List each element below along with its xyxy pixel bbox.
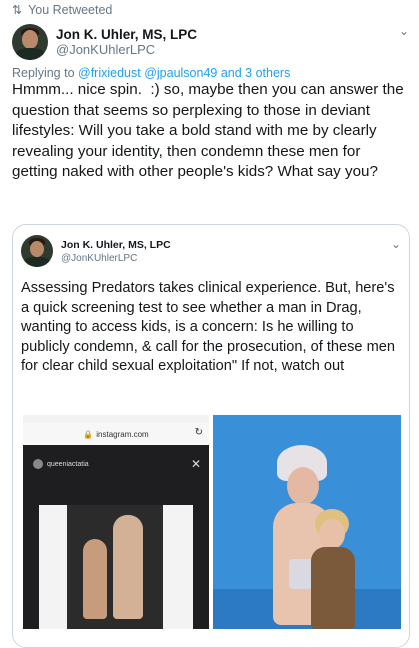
quoted-tweet-text: Assessing Predators takes clinical exper… [21, 280, 395, 374]
child-figure [309, 509, 357, 629]
author-name[interactable]: Jon K. Uhler, MS, LPC [56, 27, 197, 42]
story-avatar [33, 459, 43, 469]
story-user: queeniactatia [33, 459, 89, 469]
story-username: queeniactatia [47, 460, 89, 468]
replying-label: Replying to [12, 66, 79, 80]
quoted-image-instagram-story[interactable]: 🔒 instagram.com ↻ queeniactatia ✕ [23, 415, 209, 629]
quoted-tweet-card[interactable]: Jon K. Uhler, MS, LPC @JonKUhlerLPC ⌄ As… [12, 224, 410, 648]
author-handle[interactable]: @JonKUhlerLPC [56, 42, 155, 57]
phone-status-bar [23, 415, 209, 423]
reload-icon: ↻ [194, 427, 203, 438]
tweet-text: Hmmm... nice spin. :) so, maybe then you… [12, 81, 408, 180]
replying-links[interactable]: @frixiedust @jpaulson49 and 3 others [78, 66, 290, 80]
retweet-label: You Retweeted [28, 3, 113, 17]
quoted-author-name[interactable]: Jon K. Uhler, MS, LPC [61, 239, 171, 251]
quoted-author-handle[interactable]: @JonKUhlerLPC [61, 253, 137, 264]
quoted-image-drag-performer[interactable] [213, 415, 401, 629]
url-text: instagram.com [96, 429, 149, 439]
lock-icon: 🔒 [83, 429, 94, 439]
retweet-indicator: ⇅ You Retweeted [12, 3, 112, 17]
author-avatar[interactable] [12, 24, 48, 60]
quoted-chevron-down-icon[interactable]: ⌄ [391, 237, 401, 251]
browser-url-bar: 🔒 instagram.com ↻ [23, 423, 209, 445]
retweet-icon: ⇅ [12, 3, 23, 17]
chevron-down-icon[interactable]: ⌄ [399, 24, 409, 38]
close-icon: ✕ [190, 457, 201, 471]
story-photo [39, 505, 193, 629]
replying-to: Replying to @frixiedust @jpaulson49 and … [12, 66, 290, 80]
quoted-author-avatar[interactable] [21, 235, 53, 267]
